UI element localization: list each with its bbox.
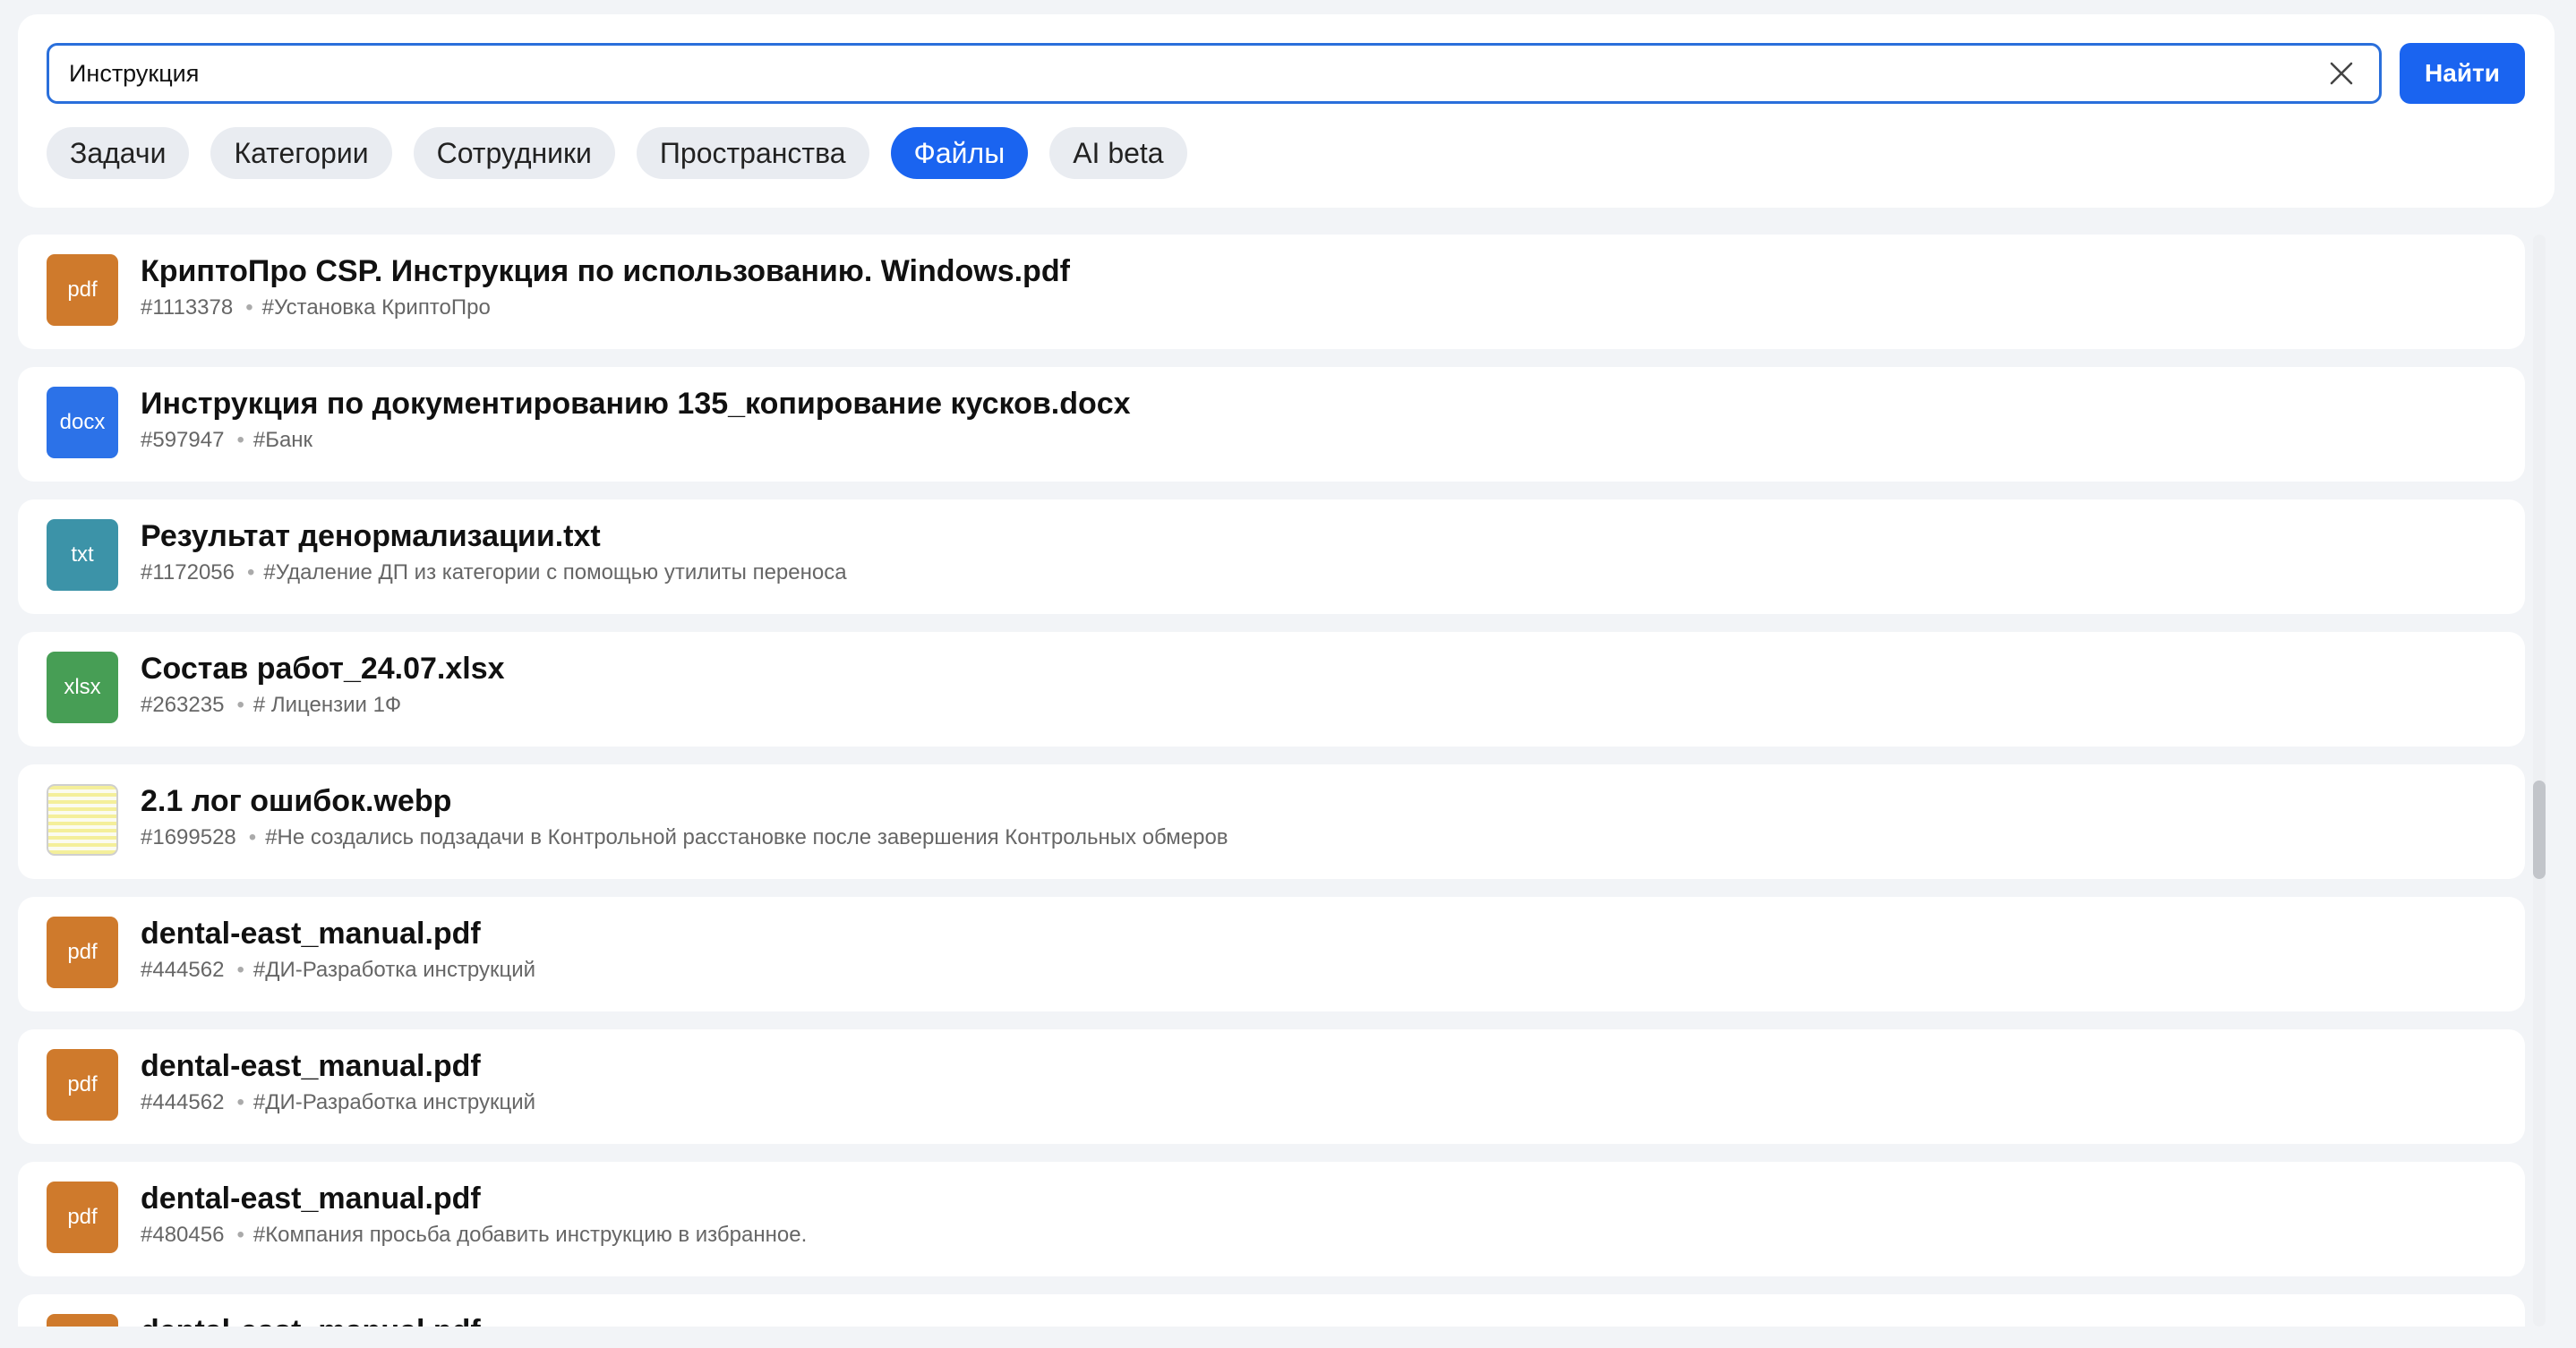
result-item[interactable]: pdf dental-east_manual.pdf #444562 • #ДИ-Раз…: [18, 897, 2525, 1011]
result-item[interactable]: xlsx Состав работ_24.07.xlsx #263235 • # Лиц…: [18, 632, 2525, 747]
result-id: #1172056: [141, 560, 235, 584]
result-id: #444562: [141, 958, 225, 982]
meta-separator: •: [236, 428, 244, 452]
scrollbar-thumb[interactable]: [2533, 781, 2546, 879]
tab-4[interactable]: Файлы: [890, 127, 1029, 179]
tab-5[interactable]: AI beta: [1049, 127, 1187, 179]
result-meta: #444562 • #ДИ-Разработка инструкций: [141, 958, 535, 983]
result-tag[interactable]: #Установка КриптоПро: [262, 295, 491, 320]
result-tag[interactable]: #ДИ-Разработка инструкций: [253, 958, 535, 982]
result-item[interactable]: 2.1 лог ошибок.webp #1699528 • #Не создалис…: [18, 764, 2525, 879]
docx-file-icon: docx: [47, 387, 118, 458]
meta-separator: •: [236, 1090, 244, 1114]
result-tag[interactable]: #Не создались подзадачи в Контрольной ра…: [265, 825, 1228, 849]
result-title[interactable]: dental-east_manual.pdf: [141, 917, 481, 951]
result-title[interactable]: Состав работ_24.07.xlsx: [141, 652, 505, 687]
result-item[interactable]: pdf dental-east_manual.pdf #480456 • #Компан…: [18, 1162, 2525, 1276]
pdf-file-icon: pdf: [47, 1182, 118, 1253]
results-list: pdf КриптоПро CSP. Инструкция по использо…: [18, 235, 2525, 1327]
result-tag[interactable]: #ДИ-Разработка инструкций: [253, 1090, 535, 1114]
tab-1[interactable]: Категории: [210, 127, 392, 179]
xlsx-file-icon: xlsx: [47, 652, 118, 723]
find-button[interactable]: Найти: [2400, 43, 2525, 104]
result-item[interactable]: pdf dental-east_manual.pdf #444562 • #ДИ-Раз…: [18, 1029, 2525, 1144]
result-tag[interactable]: # Лицензии 1Ф: [253, 693, 401, 717]
scrollbar[interactable]: [2533, 235, 2546, 1327]
result-item[interactable]: txt Результат денормализации.txt #1172056 •…: [18, 499, 2525, 614]
result-id: #444562: [141, 1090, 225, 1114]
result-item[interactable]: pdf dental-east_manual.pdf: [18, 1294, 2525, 1327]
pdf-file-icon: pdf: [47, 254, 118, 326]
result-title[interactable]: dental-east_manual.pdf: [141, 1314, 481, 1327]
result-title[interactable]: dental-east_manual.pdf: [141, 1182, 481, 1216]
tab-3[interactable]: Пространства: [636, 127, 869, 179]
result-meta: #597947 • #Банк: [141, 428, 312, 453]
result-item[interactable]: docx Инструкция по документированию 135_к…: [18, 367, 2525, 482]
result-meta: #1113378 • #Установка КриптоПро: [141, 295, 491, 320]
meta-separator: •: [245, 295, 253, 320]
search-panel: Найти Задачи Категории Сотрудники Пространс…: [18, 14, 2555, 208]
meta-separator: •: [248, 825, 257, 849]
result-item[interactable]: pdf КриптоПро CSP. Инструкция по использо…: [18, 235, 2525, 349]
result-id: #480456: [141, 1223, 225, 1247]
result-meta: #263235 • # Лицензии 1Ф: [141, 693, 401, 718]
txt-file-icon: txt: [47, 519, 118, 591]
pdf-file-icon: pdf: [47, 1314, 118, 1327]
meta-separator: •: [236, 958, 244, 982]
pdf-file-icon: pdf: [47, 1049, 118, 1121]
result-title[interactable]: 2.1 лог ошибок.webp: [141, 784, 451, 819]
search-box[interactable]: [47, 43, 2382, 104]
result-tag[interactable]: #Банк: [253, 428, 312, 452]
result-id: #1113378: [141, 295, 234, 320]
meta-separator: •: [247, 560, 255, 584]
clear-icon[interactable]: [2327, 59, 2356, 88]
result-meta: #480456 • #Компания просьба добавить инстр…: [141, 1223, 807, 1248]
result-title[interactable]: dental-east_manual.pdf: [141, 1049, 481, 1084]
result-meta: #1172056 • #Удаление ДП из категории с пом…: [141, 560, 847, 585]
result-title[interactable]: Инструкция по документированию 135_копир…: [141, 387, 1131, 422]
result-meta: #444562 • #ДИ-Разработка инструкций: [141, 1090, 535, 1115]
result-title[interactable]: Результат денормализации.txt: [141, 519, 601, 554]
tab-2[interactable]: Сотрудники: [413, 127, 615, 179]
result-id: #263235: [141, 693, 225, 717]
pdf-file-icon: pdf: [47, 917, 118, 988]
result-tag[interactable]: #Удаление ДП из категории с помощью утил…: [263, 560, 846, 584]
filter-tabs: Задачи Категории Сотрудники Пространства Фай…: [47, 127, 1187, 179]
result-meta: #1699528 • #Не создались подзадачи в Контр…: [141, 825, 1228, 850]
result-id: #1699528: [141, 825, 236, 849]
result-title[interactable]: КриптоПро CSP. Инструкция по использован…: [141, 254, 1070, 289]
tab-0[interactable]: Задачи: [47, 127, 190, 179]
result-id: #597947: [141, 428, 225, 452]
meta-separator: •: [236, 1223, 244, 1247]
result-tag[interactable]: #Компания просьба добавить инструкцию в …: [253, 1223, 807, 1247]
image-thumbnail-icon: [47, 784, 118, 856]
search-input[interactable]: [69, 46, 2307, 101]
meta-separator: •: [236, 693, 244, 717]
